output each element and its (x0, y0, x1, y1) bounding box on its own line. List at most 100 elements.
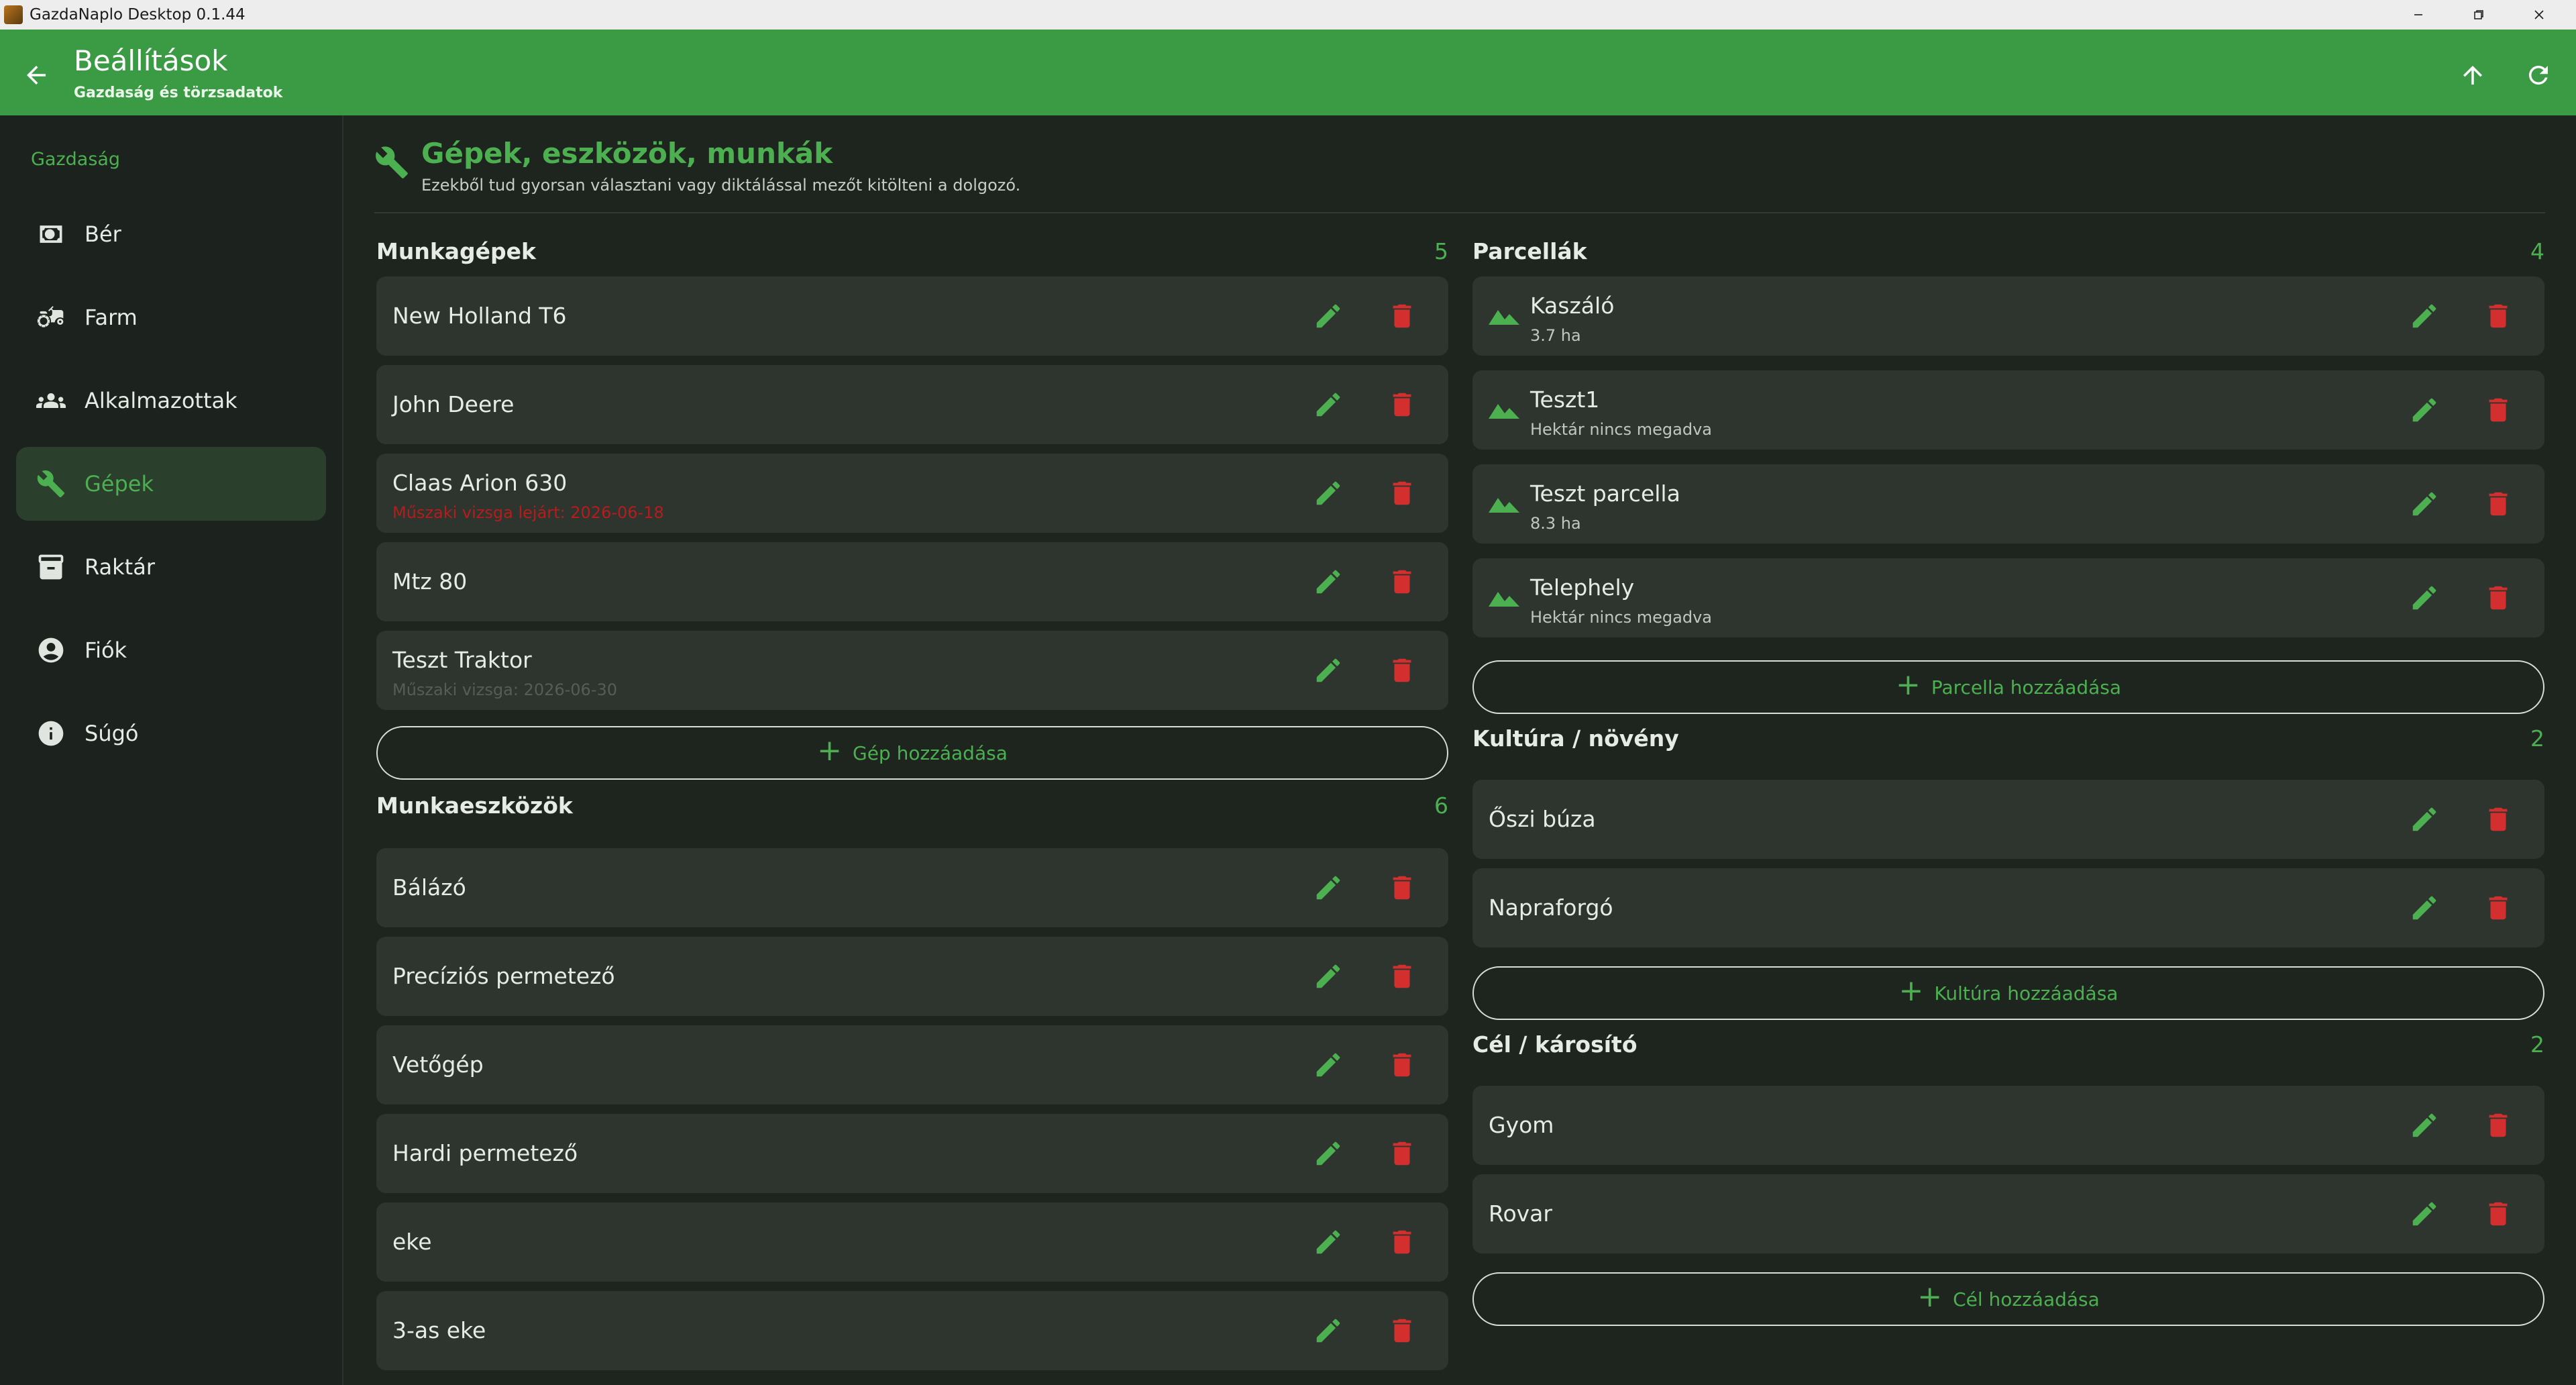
refresh-button[interactable] (2520, 56, 2557, 94)
terrain-icon (1489, 400, 1519, 420)
crop-item[interactable]: Őszi búza (1472, 780, 2544, 859)
pencil-icon (2412, 807, 2436, 831)
add-machine-button[interactable]: + Gép hozzáadása (376, 726, 1448, 780)
delete-button[interactable] (1387, 1138, 1417, 1169)
edit-button[interactable] (1313, 655, 1344, 686)
sidebar-item-farm[interactable]: Farm (16, 280, 326, 354)
sidebar-item-sugo[interactable]: Súgó (16, 697, 326, 770)
delete-button[interactable] (1387, 389, 1417, 420)
add-parcel-button[interactable]: + Parcella hozzáadása (1472, 660, 2544, 714)
plus-icon: + (817, 733, 842, 768)
tool-item[interactable]: Hardi permetező (376, 1114, 1448, 1193)
cel-section-header: Cél / károsító 2 (1472, 1028, 2544, 1062)
parcel-item[interactable]: Teszt1 Hektár nincs megadva (1472, 370, 2544, 450)
page-title: Gépek, eszközök, munkák (421, 137, 833, 170)
item-name: Hardi permetező (392, 1140, 578, 1166)
machine-item[interactable]: Claas Arion 630 Műszaki vizsga lejárt: 2… (376, 454, 1448, 533)
edit-button[interactable] (2409, 582, 2440, 613)
edit-button[interactable] (1313, 1227, 1344, 1258)
delete-button[interactable] (1387, 872, 1417, 903)
pencil-icon (2412, 492, 2436, 516)
delete-button[interactable] (1387, 655, 1417, 686)
tool-item[interactable]: Bálázó (376, 848, 1448, 927)
crop-item[interactable]: Napraforgó (1472, 868, 2544, 947)
sidebar-item-alkalmazottak[interactable]: Alkalmazottak (16, 364, 326, 438)
delete-button[interactable] (2483, 395, 2514, 425)
info-icon (36, 719, 66, 748)
edit-button[interactable] (1313, 872, 1344, 903)
delete-button[interactable] (2483, 1110, 2514, 1141)
delete-button[interactable] (1387, 1315, 1417, 1346)
edit-button[interactable] (1313, 566, 1344, 597)
edit-button[interactable] (2409, 804, 2440, 835)
trash-icon (2489, 492, 2508, 516)
delete-button[interactable] (1387, 1227, 1417, 1258)
edit-button[interactable] (1313, 301, 1344, 331)
delete-button[interactable] (2483, 582, 2514, 613)
add-button-label: Parcella hozzáadása (1931, 676, 2122, 699)
people-icon (36, 386, 66, 415)
parcel-area: Hektár nincs megadva (1530, 608, 1712, 627)
delete-button[interactable] (1387, 478, 1417, 509)
machine-item[interactable]: New Holland T6 (376, 276, 1448, 356)
machine-item[interactable]: John Deere (376, 365, 1448, 444)
pencil-icon (1316, 964, 1340, 988)
sidebar-item-raktar[interactable]: Raktár (16, 530, 326, 604)
item-name: Telephely (1530, 574, 1635, 601)
edit-button[interactable] (2409, 489, 2440, 519)
tool-item[interactable]: Precíziós permetező (376, 937, 1448, 1016)
app-header: Beállítások Gazdaság és törzsadatok (0, 30, 2576, 115)
edit-button[interactable] (2409, 1198, 2440, 1229)
edit-button[interactable] (2409, 395, 2440, 425)
pencil-icon (1316, 481, 1340, 505)
restore-button[interactable] (2449, 0, 2509, 30)
section-title: Parcellák (1472, 238, 1587, 264)
add-crop-button[interactable]: + Kultúra hozzáadása (1472, 966, 2544, 1020)
delete-button[interactable] (1387, 1049, 1417, 1080)
edit-button[interactable] (1313, 1138, 1344, 1169)
edit-button[interactable] (2409, 301, 2440, 331)
archive-icon (36, 552, 66, 582)
sidebar-item-label: Súgó (85, 721, 139, 746)
edit-button[interactable] (2409, 1110, 2440, 1141)
delete-button[interactable] (2483, 892, 2514, 923)
back-button[interactable] (17, 56, 55, 94)
edit-button[interactable] (1313, 478, 1344, 509)
edit-button[interactable] (1313, 389, 1344, 420)
target-item[interactable]: Rovar (1472, 1174, 2544, 1253)
machine-item[interactable]: Mtz 80 (376, 542, 1448, 621)
minimize-button[interactable] (2388, 0, 2449, 30)
tool-item[interactable]: Vetőgép (376, 1025, 1448, 1105)
item-name: John Deere (392, 391, 515, 417)
tool-item[interactable]: eke (376, 1202, 1448, 1282)
delete-button[interactable] (1387, 566, 1417, 597)
close-window-button[interactable] (2509, 0, 2569, 30)
delete-button[interactable] (2483, 489, 2514, 519)
add-target-button[interactable]: + Cél hozzáadása (1472, 1272, 2544, 1326)
delete-button[interactable] (2483, 1198, 2514, 1229)
parcel-item[interactable]: Telephely Hektár nincs megadva (1472, 558, 2544, 637)
add-button-label: Kultúra hozzáadása (1934, 982, 2118, 1005)
edit-button[interactable] (1313, 961, 1344, 992)
delete-button[interactable] (2483, 804, 2514, 835)
delete-button[interactable] (2483, 301, 2514, 331)
delete-button[interactable] (1387, 301, 1417, 331)
edit-button[interactable] (1313, 1049, 1344, 1080)
section-title: Munkaeszközök (376, 792, 573, 819)
sidebar-item-fiok[interactable]: Fiók (16, 613, 326, 687)
item-name: Teszt parcella (1530, 480, 1680, 507)
upload-button[interactable] (2454, 56, 2491, 94)
machine-item[interactable]: Teszt Traktor Műszaki vizsga: 2026-06-30 (376, 631, 1448, 710)
pencil-icon (2412, 1202, 2436, 1226)
edit-button[interactable] (2409, 892, 2440, 923)
sidebar-item-gepek[interactable]: Gépek (16, 447, 326, 521)
sidebar-item-ber[interactable]: Bér (16, 197, 326, 271)
parcel-item[interactable]: Teszt parcella 8.3 ha (1472, 464, 2544, 544)
parcel-item[interactable]: Kaszáló 3.7 ha (1472, 276, 2544, 356)
delete-button[interactable] (1387, 961, 1417, 992)
pencil-icon (1316, 393, 1340, 417)
pencil-icon (1316, 876, 1340, 900)
target-item[interactable]: Gyom (1472, 1086, 2544, 1165)
tool-item[interactable]: 3-as eke (376, 1291, 1448, 1370)
edit-button[interactable] (1313, 1315, 1344, 1346)
